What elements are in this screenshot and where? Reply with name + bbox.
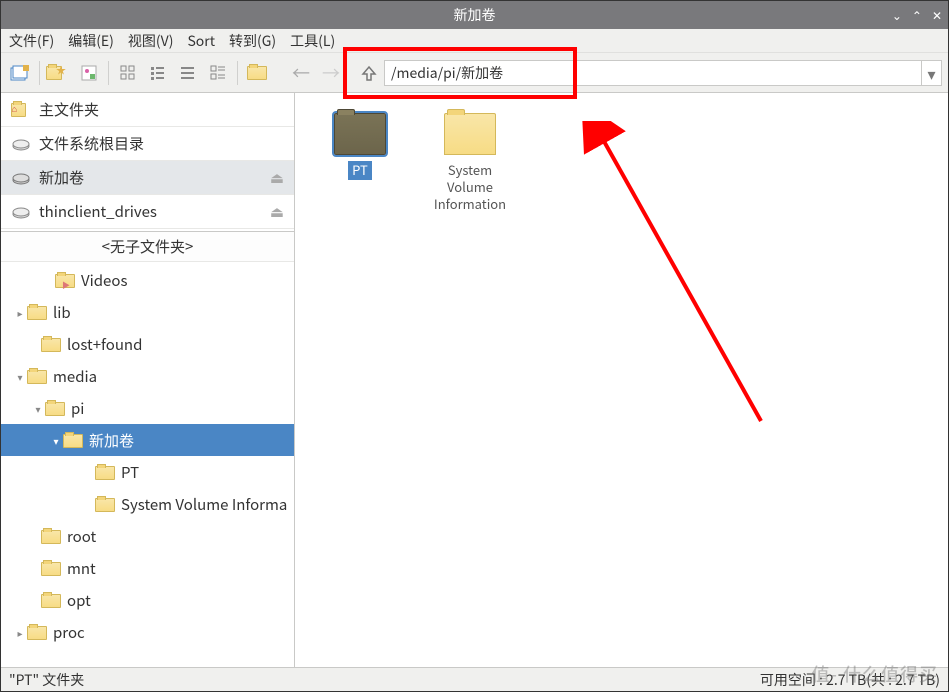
tree-node-lib[interactable]: ▸lib [1, 296, 294, 328]
place-label: 主文件夹 [39, 99, 99, 120]
tree-node-mnt[interactable]: mnt [1, 552, 294, 584]
folder-icon [41, 560, 61, 576]
file-label: PT [348, 161, 372, 180]
icon-view-button[interactable] [115, 60, 141, 86]
main-area: ⌂ 主文件夹 文件系统根目录 新加卷 ⏏ thinclient_drives ⏏… [1, 93, 948, 667]
separator [108, 61, 109, 85]
file-item-pt[interactable]: PT [315, 113, 405, 180]
drive-icon [11, 136, 31, 152]
drive-icon [11, 204, 31, 220]
menu-sort[interactable]: Sort [187, 31, 215, 51]
statusbar: "PT" 文件夹 可用空间 : 2.7 TB(共 : 2.7 TB) [1, 667, 948, 691]
folder-icon [45, 400, 65, 416]
new-tab-button[interactable] [7, 60, 33, 86]
folder-icon [41, 336, 61, 352]
tree-node-lostfound[interactable]: lost+found [1, 328, 294, 360]
folder-icon [444, 113, 496, 155]
place-label: thinclient_drives [39, 201, 157, 222]
window-title: 新加卷 [454, 5, 496, 25]
folder-icon [63, 432, 83, 448]
tree-node-newvol[interactable]: ▾新加卷 [1, 424, 294, 456]
path-dropdown[interactable]: ▾ [922, 60, 942, 86]
watermark: 值- 什么值得买 [812, 661, 938, 687]
folder-icon [27, 368, 47, 384]
places-panel: ⌂ 主文件夹 文件系统根目录 新加卷 ⏏ thinclient_drives ⏏ [1, 93, 294, 229]
status-selection: "PT" 文件夹 [9, 670, 84, 690]
menu-edit[interactable]: 编辑(E) [68, 31, 114, 51]
compact-view-button[interactable] [145, 60, 171, 86]
forward-button[interactable]: → [318, 60, 344, 86]
place-home[interactable]: ⌂ 主文件夹 [1, 93, 294, 127]
place-label: 文件系统根目录 [39, 133, 144, 154]
back-button[interactable]: ← [288, 60, 314, 86]
tree-node-opt[interactable]: opt [1, 584, 294, 616]
place-filesystem[interactable]: 文件系统根目录 [1, 127, 294, 161]
place-volume[interactable]: 新加卷 ⏏ [1, 161, 294, 195]
separator [237, 61, 238, 85]
up-button[interactable] [354, 59, 384, 87]
folder-icon [95, 496, 115, 512]
toolbar: ★ ← → /media/pi/新加卷 ▾ [1, 53, 948, 93]
tree-node-media[interactable]: ▾media [1, 360, 294, 392]
tree-node-root[interactable]: root [1, 520, 294, 552]
file-label: System Volume Information [425, 161, 515, 214]
folder-icon [27, 304, 47, 320]
separator [39, 61, 40, 85]
menubar: 文件(F) 编辑(E) 视图(V) Sort 转到(G) 工具(L) [1, 29, 948, 53]
folder-icon [27, 624, 47, 640]
tree-header: <无子文件夹> [1, 232, 294, 262]
list-view-button[interactable] [175, 60, 201, 86]
close-button[interactable]: ✕ [932, 7, 942, 24]
home-button[interactable] [244, 60, 270, 86]
file-item-svi[interactable]: System Volume Information [425, 113, 515, 214]
folder-tree: ▶Videos ▸lib lost+found ▾media ▾pi ▾新加卷 … [1, 262, 294, 650]
titlebar: 新加卷 ⌄ ⌃ ✕ [1, 1, 948, 29]
tree-node-proc[interactable]: ▸proc [1, 616, 294, 648]
window-controls: ⌄ ⌃ ✕ [892, 7, 942, 24]
content-area[interactable]: PT System Volume Information [295, 93, 948, 667]
drive-icon [11, 170, 31, 186]
path-input[interactable]: /media/pi/新加卷 [384, 60, 922, 86]
maximize-button[interactable]: ⌃ [912, 7, 922, 24]
sidebar: ⌂ 主文件夹 文件系统根目录 新加卷 ⏏ thinclient_drives ⏏… [1, 93, 295, 667]
tree-node-videos[interactable]: ▶Videos [1, 264, 294, 296]
menu-tools[interactable]: 工具(L) [290, 31, 335, 51]
menu-file[interactable]: 文件(F) [9, 31, 54, 51]
tree-node-pt[interactable]: PT [1, 456, 294, 488]
folder-icon [334, 113, 386, 155]
menu-view[interactable]: 视图(V) [128, 31, 174, 51]
place-thinclient[interactable]: thinclient_drives ⏏ [1, 195, 294, 229]
minimize-button[interactable]: ⌄ [892, 7, 902, 24]
folder-icon [41, 528, 61, 544]
place-label: 新加卷 [39, 167, 84, 188]
tree-node-svi[interactable]: System Volume Informa [1, 488, 294, 520]
eject-icon[interactable]: ⏏ [270, 201, 284, 222]
tree-panel: <无子文件夹> ▶Videos ▸lib lost+found ▾media ▾… [1, 231, 294, 667]
folder-icon [95, 464, 115, 480]
menu-go[interactable]: 转到(G) [229, 31, 276, 51]
detail-view-button[interactable] [205, 60, 231, 86]
folder-icon: ▶ [55, 272, 75, 288]
path-area: /media/pi/新加卷 ▾ [354, 59, 942, 87]
new-folder-button[interactable]: ★ [46, 60, 72, 86]
home-icon: ⌂ [11, 102, 31, 118]
folder-icon [41, 592, 61, 608]
properties-button[interactable] [76, 60, 102, 86]
eject-icon[interactable]: ⏏ [270, 167, 284, 188]
tree-node-pi[interactable]: ▾pi [1, 392, 294, 424]
